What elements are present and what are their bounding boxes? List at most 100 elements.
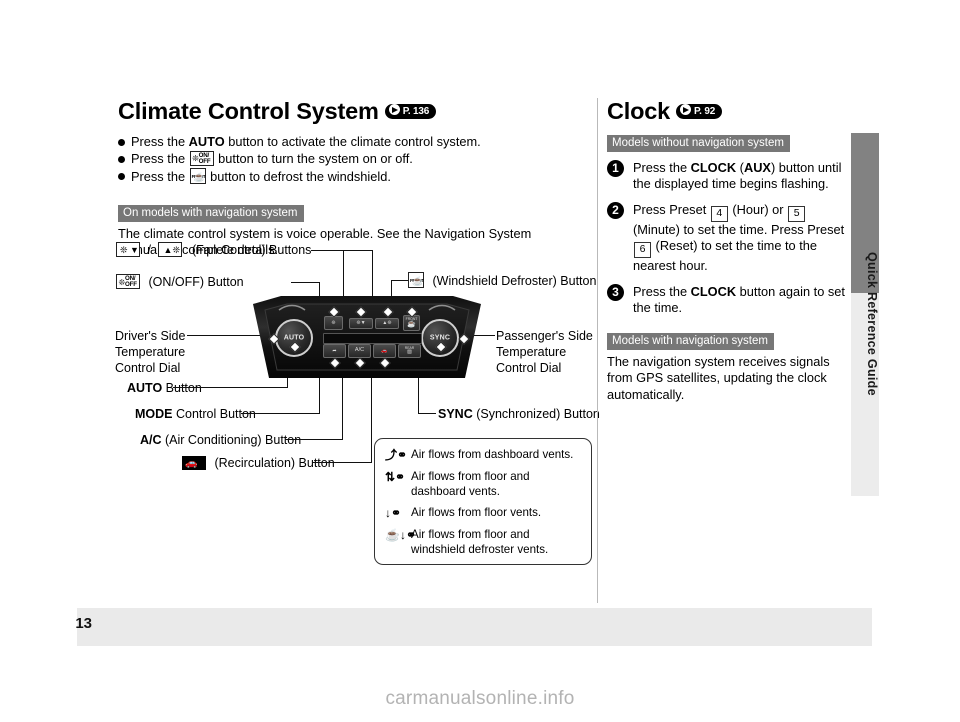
bullet-text-onoff: Press the ❊ ON/OFF button to turn the sys… — [131, 150, 413, 167]
bullet-pre-text: Press the — [131, 133, 189, 149]
bullet-post-text: button to defrost the windshield. — [206, 168, 391, 184]
step-number-badge: 1 — [607, 159, 624, 177]
page-title-climate-control: Climate Control System P. 136 — [118, 98, 588, 124]
preset-5-key: 5 — [788, 205, 806, 222]
step-text-2: Press Preset 4 (Hour) or 5 (Minute) to s… — [633, 202, 847, 275]
leader-line — [173, 387, 288, 388]
page-reference-badge-136[interactable]: P. 136 — [384, 104, 437, 119]
step-mid: ( — [736, 159, 744, 175]
label-line-1: Passenger's Side — [496, 329, 593, 343]
label-sync-bold: SYNC — [438, 407, 473, 421]
list-item: 1 Press the CLOCK (AUX) button until the… — [607, 159, 847, 193]
step-mid-1: (Hour) or — [728, 201, 788, 217]
label-line-2: Temperature — [496, 345, 567, 359]
rear-defroster-button[interactable]: REAR ▧ — [398, 344, 421, 358]
navigation-clock-text: The navigation system receives signals f… — [607, 353, 830, 402]
leader-line — [285, 439, 343, 440]
label-line-2: Temperature — [115, 345, 186, 359]
models-with-navigation-banner: Models with navigation system — [607, 332, 774, 350]
label-sync-button: SYNC (Synchronized) Button — [438, 406, 600, 422]
label-sync-rest: (Synchronized) Button — [472, 407, 600, 421]
watermark: carmanualsonline.info — [385, 688, 575, 709]
clock-steps-list: 1 Press the CLOCK (AUX) button until the… — [607, 159, 847, 317]
leader-line — [313, 462, 372, 463]
step-number-badge: 2 — [607, 201, 624, 219]
leader-line — [291, 282, 320, 283]
fan-down-icon: ❊ ▼ — [116, 242, 140, 257]
models-with-navigation-section: Models with navigation system The naviga… — [607, 331, 847, 404]
page-reference-text: P. 136 — [402, 106, 430, 117]
label-on-off-text: (ON/OFF) Button — [148, 275, 244, 289]
fan-up-button[interactable]: ▲❊ — [375, 318, 399, 329]
page-title-clock: Clock P. 92 — [607, 98, 847, 124]
label-passenger-side-dial: Passenger's Side Temperature Control Dia… — [496, 328, 593, 376]
bullet-dot-icon — [118, 138, 125, 146]
step-bold-aux: AUX — [743, 159, 771, 175]
label-auto-bold: AUTO — [127, 381, 163, 395]
label-separator: / — [147, 243, 151, 257]
list-item: Press the ❊ ON/OFF button to turn the sys… — [118, 150, 588, 167]
step-pre: Press Preset — [633, 201, 710, 217]
bullet-dot-icon — [118, 155, 125, 163]
label-auto-button: AUTO Button — [127, 380, 202, 396]
legend-row-text: Air flows from dashboard vents. — [411, 448, 574, 461]
label-windshield-defroster-text: (Windshield Defroster) Button — [432, 274, 597, 288]
bullet-pre-text: Press the — [131, 168, 189, 184]
label-fan-control: ❊ ▼ / ▲ ❊ (Fan Control) Buttons — [115, 242, 311, 258]
step-bold-clock: CLOCK — [690, 159, 737, 175]
preset-4-key: 4 — [710, 205, 728, 222]
front-defroster-icon: FRONT ☕ — [408, 272, 424, 288]
bullet-text-defrost: Press the FRONT ☕ button to defrost the w… — [131, 167, 391, 185]
side-tab-label[interactable]: Quick Reference Guide — [851, 158, 879, 488]
arrow-right-icon — [680, 104, 691, 115]
arrow-right-icon — [388, 104, 400, 115]
label-auto-rest: Button — [162, 381, 202, 395]
models-with-navigation-banner: On models with navigation system — [118, 204, 304, 222]
bullet-text-auto: Press the AUTO button to activate the cl… — [131, 134, 481, 150]
manual-page: Climate Control System P. 136 Press the A… — [0, 0, 960, 722]
fan-down-button[interactable]: ❊▼ — [349, 318, 373, 329]
preset-6-key: 6 — [634, 242, 651, 258]
leader-line — [418, 413, 436, 414]
airflow-floor-dashboard-icon: ⇅⚭ — [385, 470, 406, 484]
recirculation-icon: 🚗 — [182, 456, 206, 470]
airflow-dashboard-icon: ⤴⚭ — [385, 448, 408, 462]
legend-row-text: Air flows from floor and windshield defr… — [411, 528, 549, 556]
list-item: ↓⚭ Air flows from floor vents. — [385, 506, 581, 521]
step-bold-clock: CLOCK — [690, 283, 737, 299]
label-mode-bold: MODE — [135, 407, 173, 421]
page-reference-text: P. 92 — [694, 106, 716, 117]
page-reference-badge-92[interactable]: P. 92 — [676, 104, 723, 119]
label-drivers-side-dial: Driver's Side Temperature Control Dial — [115, 328, 185, 376]
page-title-text: Climate Control System — [118, 98, 379, 124]
list-item: ☕↓⚭ Air flows from floor and windshield … — [385, 528, 581, 557]
column-divider — [597, 98, 598, 603]
page-title-text: Clock — [607, 98, 670, 124]
label-line-3: Control Dial — [496, 361, 562, 375]
step-pre: Press the — [633, 283, 691, 299]
list-item: 3 Press the CLOCK button again to set th… — [607, 283, 847, 317]
page-number-text: 13 — [75, 615, 92, 632]
label-line-3: Control Dial — [115, 361, 181, 375]
label-mode-rest: Control Button — [172, 407, 256, 421]
step-text-3: Press the CLOCK button again to set the … — [633, 284, 847, 317]
models-without-navigation-banner: Models without navigation system — [607, 133, 847, 152]
label-fan-control-text: (Fan Control) Buttons — [191, 243, 312, 257]
label-recirculation-button: 🚗 (Recirculation) Button — [181, 455, 335, 471]
legend-row-text: Air flows from floor vents. — [411, 506, 542, 519]
fan-up-icon: ▲ ❊ — [158, 242, 183, 257]
step-number-badge: 3 — [607, 283, 624, 301]
step-post: (Reset) to set the time to the nearest h… — [633, 238, 818, 273]
bullet-post-text: button to activate the climate control s… — [224, 133, 481, 149]
list-item: ⇅⚭ Air flows from floor and dashboard ve… — [385, 470, 581, 499]
leader-line — [311, 250, 373, 251]
bullet-post-text: button to turn the system on or off. — [214, 150, 413, 166]
bullet-bold-text: AUTO — [188, 133, 225, 149]
footer-bar — [77, 608, 872, 646]
step-mid-2: (Minute) to set the time. Press Preset — [633, 221, 845, 237]
label-recirc-text: (Recirculation) Button — [214, 456, 335, 470]
climate-display — [323, 333, 422, 344]
airflow-legend-box: ⤴⚭ Air flows from dashboard vents. ⇅⚭ Ai… — [374, 438, 592, 565]
label-on-off: ❊ ON/OFF (ON/OFF) Button — [115, 274, 244, 290]
leader-line — [241, 413, 320, 414]
